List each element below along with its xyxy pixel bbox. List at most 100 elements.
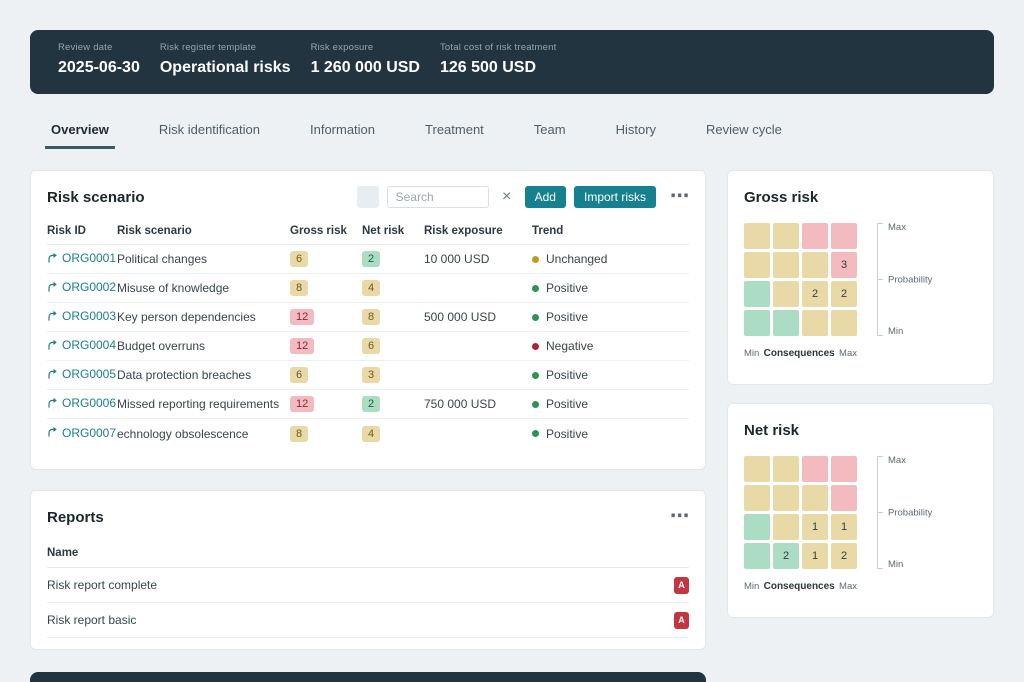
table-row[interactable]: ORG0005 Data protection breaches 6 3 Pos… bbox=[47, 361, 689, 390]
y-min-label: Min bbox=[888, 559, 903, 570]
risk-id-link[interactable]: ORG0001 bbox=[47, 251, 116, 265]
risk-scenario-cell: Political changes bbox=[117, 252, 290, 266]
axis-tick bbox=[877, 279, 883, 280]
table-row[interactable]: ORG0004 Budget overruns 12 6 Negative bbox=[47, 332, 689, 361]
risk-scenario-controls: × Add Import risks ⋯ bbox=[357, 186, 689, 208]
risk-exposure-cell: 500 000 USD bbox=[424, 310, 532, 324]
matrix-cell: 1 bbox=[802, 514, 828, 540]
risk-scenario-cell: Key person dependencies bbox=[117, 310, 290, 324]
stat-label: Total cost of risk treatment bbox=[440, 42, 556, 53]
report-name: Risk report basic bbox=[47, 613, 136, 627]
reports-title: Reports bbox=[47, 509, 104, 526]
stat-value: 2025-06-30 bbox=[58, 59, 140, 77]
net-risk-badge: 2 bbox=[362, 396, 380, 412]
risk-id-text: ORG0005 bbox=[62, 367, 116, 381]
matrix-cell bbox=[773, 485, 799, 511]
tab-history[interactable]: History bbox=[610, 118, 662, 149]
x-axis-label: Consequences bbox=[764, 581, 835, 592]
y-max-label: Max bbox=[888, 455, 906, 466]
risk-link-icon bbox=[47, 398, 58, 409]
clear-search-icon[interactable]: × bbox=[497, 189, 517, 205]
import-risks-button[interactable]: Import risks bbox=[574, 186, 656, 208]
trend-dot bbox=[532, 256, 539, 263]
risk-link-icon bbox=[47, 311, 58, 322]
trend-label: Positive bbox=[546, 310, 588, 324]
matrix-cell bbox=[744, 310, 770, 336]
risk-id-link[interactable]: ORG0002 bbox=[47, 280, 116, 294]
y-min-label: Min bbox=[888, 326, 903, 337]
risk-scenario-cell: Data protection breaches bbox=[117, 368, 290, 382]
matrix-cell bbox=[744, 223, 770, 249]
report-row[interactable]: Risk report basic A bbox=[47, 603, 689, 638]
reports-name-column: Name bbox=[47, 547, 689, 568]
gross-risk-title: Gross risk bbox=[744, 189, 818, 206]
matrix-cell bbox=[802, 252, 828, 278]
risk-id-link[interactable]: ORG0005 bbox=[47, 367, 116, 381]
trend-dot bbox=[532, 343, 539, 350]
tab-information[interactable]: Information bbox=[304, 118, 381, 149]
matrix-cell: 2 bbox=[773, 543, 799, 569]
trend-label: Negative bbox=[546, 339, 593, 353]
gross-risk-header: Gross risk bbox=[744, 185, 977, 209]
tab-team[interactable]: Team bbox=[528, 118, 572, 149]
table-row[interactable]: ORG0002 Misuse of knowledge 8 4 Positive bbox=[47, 274, 689, 303]
tab-risk-identification[interactable]: Risk identification bbox=[153, 118, 266, 149]
table-row[interactable]: ORG0006 Missed reporting requirements 12… bbox=[47, 390, 689, 419]
trend-dot bbox=[532, 314, 539, 321]
stat-value: Operational risks bbox=[160, 59, 291, 77]
net-risk-title: Net risk bbox=[744, 422, 799, 439]
trend-label: Unchanged bbox=[546, 252, 607, 266]
net-risk-badge: 6 bbox=[362, 338, 380, 354]
risk-scenario-cell: Missed reporting requirements bbox=[117, 397, 290, 411]
matrix-cell bbox=[831, 456, 857, 482]
risk-id-text: ORG0001 bbox=[62, 251, 116, 265]
risk-id-link[interactable]: ORG0003 bbox=[47, 309, 116, 323]
tab-review-cycle[interactable]: Review cycle bbox=[700, 118, 788, 149]
more-options-icon[interactable]: ⋯ bbox=[670, 191, 689, 202]
matrix-cell bbox=[773, 310, 799, 336]
pdf-icon[interactable]: A bbox=[674, 612, 689, 629]
stat-value: 126 500 USD bbox=[440, 59, 556, 77]
trend-label: Positive bbox=[546, 397, 588, 411]
gross-risk-badge: 12 bbox=[290, 309, 314, 325]
axis-tick bbox=[877, 223, 883, 224]
risk-scenario-title: Risk scenario bbox=[47, 189, 145, 206]
gross-risk-badge: 8 bbox=[290, 426, 308, 442]
stat-total-cost: Total cost of risk treatment 126 500 USD bbox=[440, 42, 556, 77]
risk-id-link[interactable]: ORG0007 bbox=[47, 426, 116, 440]
risk-scenario-header: Risk scenario × Add Import risks ⋯ bbox=[47, 185, 689, 209]
trend-label: Positive bbox=[546, 427, 588, 441]
matrix-cell bbox=[831, 223, 857, 249]
risk-id-link[interactable]: ORG0006 bbox=[47, 396, 116, 410]
pdf-icon[interactable]: A bbox=[674, 577, 689, 594]
matrix-cell bbox=[802, 310, 828, 336]
matrix-cell bbox=[744, 485, 770, 511]
risk-scenario-cell: echnology obsolescence bbox=[117, 427, 290, 441]
report-row[interactable]: Risk report complete A bbox=[47, 568, 689, 603]
search-input[interactable] bbox=[387, 186, 489, 208]
matrix-cell: 2 bbox=[831, 281, 857, 307]
risk-id-text: ORG0006 bbox=[62, 396, 116, 410]
tab-overview[interactable]: Overview bbox=[45, 118, 115, 149]
x-min-label: Min bbox=[744, 348, 759, 359]
add-button[interactable]: Add bbox=[525, 186, 566, 208]
table-row[interactable]: ORG0007 echnology obsolescence 8 4 Posit… bbox=[47, 419, 689, 448]
more-options-icon[interactable]: ⋯ bbox=[670, 511, 689, 522]
col-risk-exposure: Risk exposure bbox=[424, 225, 532, 237]
tab-treatment[interactable]: Treatment bbox=[419, 118, 490, 149]
net-risk-badge: 4 bbox=[362, 426, 380, 442]
axis-tick bbox=[877, 456, 883, 457]
trend-dot bbox=[532, 285, 539, 292]
axis-tick bbox=[877, 568, 883, 569]
gross-risk-badge: 6 bbox=[290, 367, 308, 383]
search-prefix-box[interactable] bbox=[357, 186, 379, 208]
table-row[interactable]: ORG0003 Key person dependencies 12 8 500… bbox=[47, 303, 689, 332]
table-row[interactable]: ORG0001 Political changes 6 2 10 000 USD… bbox=[47, 245, 689, 274]
matrix-cell bbox=[744, 543, 770, 569]
col-trend: Trend bbox=[532, 225, 689, 237]
risk-id-link[interactable]: ORG0004 bbox=[47, 338, 116, 352]
y-axis-label: Probability bbox=[888, 274, 932, 285]
trend-dot bbox=[532, 430, 539, 437]
matrix-cell bbox=[773, 514, 799, 540]
stat-value: 1 260 000 USD bbox=[311, 59, 420, 77]
